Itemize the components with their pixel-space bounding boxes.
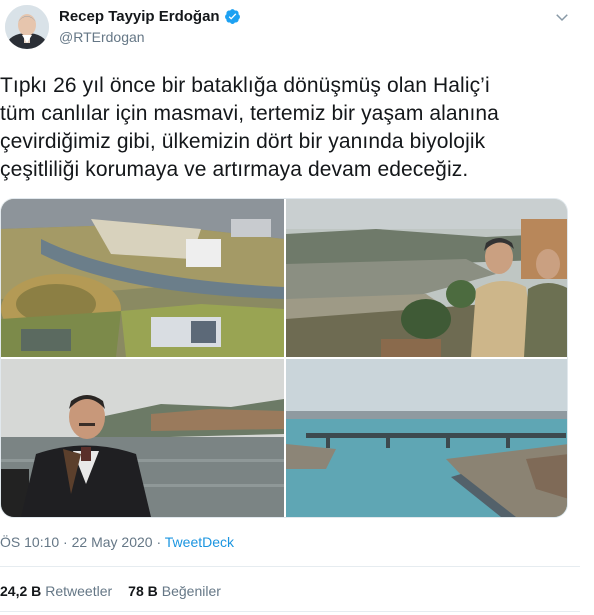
photo-overlook-men[interactable] bbox=[286, 199, 567, 357]
author-name[interactable]: Recep Tayyip Erdoğan bbox=[59, 8, 220, 25]
author-handle[interactable]: @RTErdogan bbox=[59, 29, 241, 45]
retweets-count: 24,2 B bbox=[0, 583, 42, 599]
likes-count: 78 B bbox=[128, 583, 158, 599]
divider bbox=[0, 611, 580, 612]
tweet-source-link[interactable]: TweetDeck bbox=[165, 534, 234, 550]
media-grid bbox=[0, 198, 568, 518]
tweet-text-line: çevirdiğimiz gibi, ülkemizin dört bir ya… bbox=[0, 130, 486, 153]
tweet-stats: 24,2 B Retweetler 78 B Beğeniler bbox=[0, 583, 221, 599]
likes-stat[interactable]: 78 B Beğeniler bbox=[128, 583, 221, 599]
author-block: Recep Tayyip Erdoğan @RTErdogan bbox=[59, 8, 241, 45]
avatar[interactable] bbox=[5, 5, 49, 49]
chevron-down-icon bbox=[553, 8, 571, 31]
verified-badge-icon bbox=[224, 8, 241, 25]
divider bbox=[0, 566, 580, 567]
author-name-row: Recep Tayyip Erdoğan bbox=[59, 8, 241, 25]
likes-label: Beğeniler bbox=[161, 583, 221, 599]
retweets-stat[interactable]: 24,2 B Retweetler bbox=[0, 583, 112, 599]
meta-separator: · bbox=[156, 534, 162, 550]
tweet: Recep Tayyip Erdoğan @RTErdogan Tıpkı 26… bbox=[0, 0, 594, 615]
tweet-time[interactable]: ÖS 10:10 bbox=[0, 534, 59, 550]
tweet-text-line: Tıpkı 26 yıl önce bir bataklığa dönüşmüş… bbox=[0, 74, 490, 97]
photo-golden-horn-bridge[interactable] bbox=[286, 359, 567, 517]
meta-separator: · bbox=[63, 534, 68, 550]
photo-aerial-wetland[interactable] bbox=[1, 199, 284, 357]
retweets-label: Retweetler bbox=[45, 583, 113, 599]
tweet-text: Tıpkı 26 yıl önce bir bataklığa dönüşmüş… bbox=[0, 72, 580, 184]
tweet-date[interactable]: 22 May 2020 bbox=[72, 534, 153, 550]
tweet-menu-button[interactable] bbox=[547, 4, 577, 34]
tweet-text-line: çeşitliliği korumaya ve artırmaya devam … bbox=[0, 158, 469, 181]
tweet-meta: ÖS 10:10 · 22 May 2020 · TweetDeck bbox=[0, 534, 234, 550]
tweet-text-line: tüm canlılar için masmavi, tertemiz bir … bbox=[0, 102, 499, 125]
photo-man-by-water[interactable] bbox=[1, 359, 284, 517]
